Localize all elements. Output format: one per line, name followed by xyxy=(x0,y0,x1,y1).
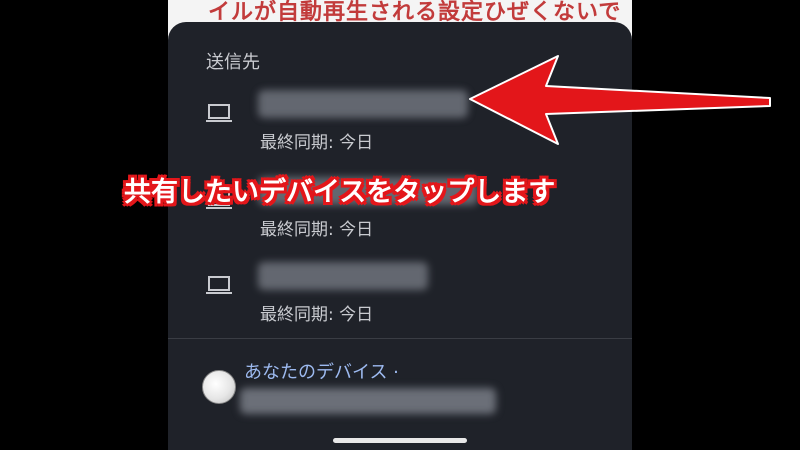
laptop-icon xyxy=(206,276,232,294)
sheet-title: 送信先 xyxy=(206,52,260,73)
device-last-sync: 最終同期: 今日 xyxy=(260,133,374,153)
device-item-3[interactable]: 最終同期: 今日 xyxy=(168,260,632,342)
annotation-caption: 共有したいデバイスをタップします xyxy=(124,177,556,208)
account-email-blurred xyxy=(240,388,496,414)
share-sheet: 送信先 最終同期: 今日 最終同期: 今日 最終同期: 今日 あなたのデバイス … xyxy=(168,22,632,450)
divider xyxy=(168,338,632,339)
device-last-sync: 最終同期: 今日 xyxy=(260,305,374,325)
device-name-blurred xyxy=(258,90,468,118)
device-item-1[interactable]: 最終同期: 今日 xyxy=(168,88,632,170)
home-indicator[interactable] xyxy=(333,438,467,443)
avatar xyxy=(202,370,236,404)
device-name-blurred xyxy=(258,262,428,290)
laptop-icon xyxy=(206,104,232,122)
device-last-sync: 最終同期: 今日 xyxy=(260,220,374,240)
account-devices-link[interactable]: あなたのデバイス · xyxy=(244,358,399,384)
